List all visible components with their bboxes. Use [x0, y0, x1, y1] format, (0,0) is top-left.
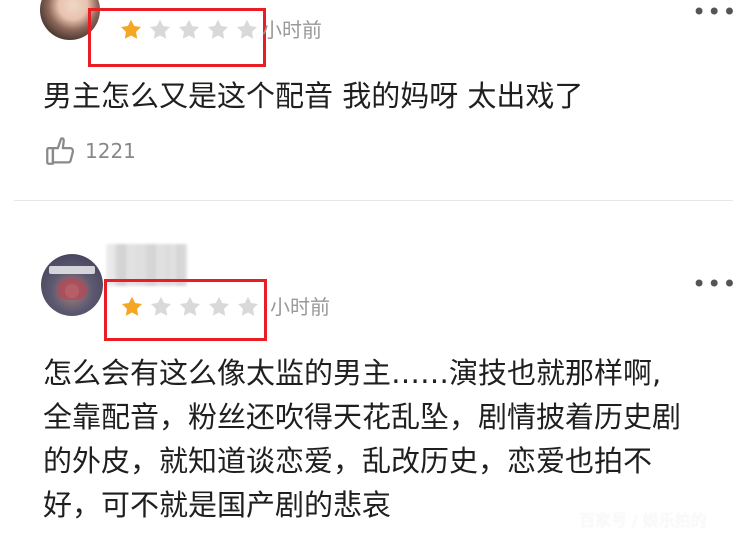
comment-text: 怎么会有这么像太监的男主……演技也就那样啊, 全靠配音，粉丝还吹得天花乱坠，剧情… — [43, 351, 723, 527]
star-empty-icon — [208, 296, 230, 316]
watermark: 百家号 / 娱乐拍的 — [579, 511, 707, 530]
more-horizontal-icon[interactable]: ••• — [692, 0, 733, 24]
comment-text-line: 全靠配音，粉丝还吹得天花乱坠，剧情披着历史剧 — [43, 400, 682, 434]
like-button[interactable]: 1221 — [43, 134, 136, 168]
star-rating — [118, 16, 260, 44]
thumbs-up-icon — [46, 137, 75, 165]
comment-text: 男主怎么又是这个配音 我的妈呀 太出戏了 — [43, 79, 584, 113]
comment-divider — [14, 200, 733, 201]
star-empty-icon — [150, 296, 172, 316]
star-empty-icon — [237, 296, 259, 316]
more-horizontal-icon[interactable]: ••• — [692, 272, 733, 296]
comment-text-line: 怎么会有这么像太监的男主……演技也就那样啊, — [43, 356, 662, 390]
comment-text-line: 的外皮，就知道谈恋爱，乱改历史，恋爱也拍不 — [43, 444, 653, 478]
comment-time: 小时前 — [262, 18, 322, 42]
like-count: 1221 — [85, 139, 136, 163]
star-empty-icon — [178, 19, 200, 39]
star-empty-icon — [179, 296, 201, 316]
star-empty-icon — [236, 19, 258, 39]
avatar[interactable] — [41, 254, 103, 316]
star-empty-icon — [207, 19, 229, 39]
star-rating — [119, 293, 261, 321]
star-filled-icon — [121, 296, 143, 316]
star-empty-icon — [149, 19, 171, 39]
star-filled-icon — [120, 19, 142, 39]
comment-time: 小时前 — [270, 295, 330, 319]
